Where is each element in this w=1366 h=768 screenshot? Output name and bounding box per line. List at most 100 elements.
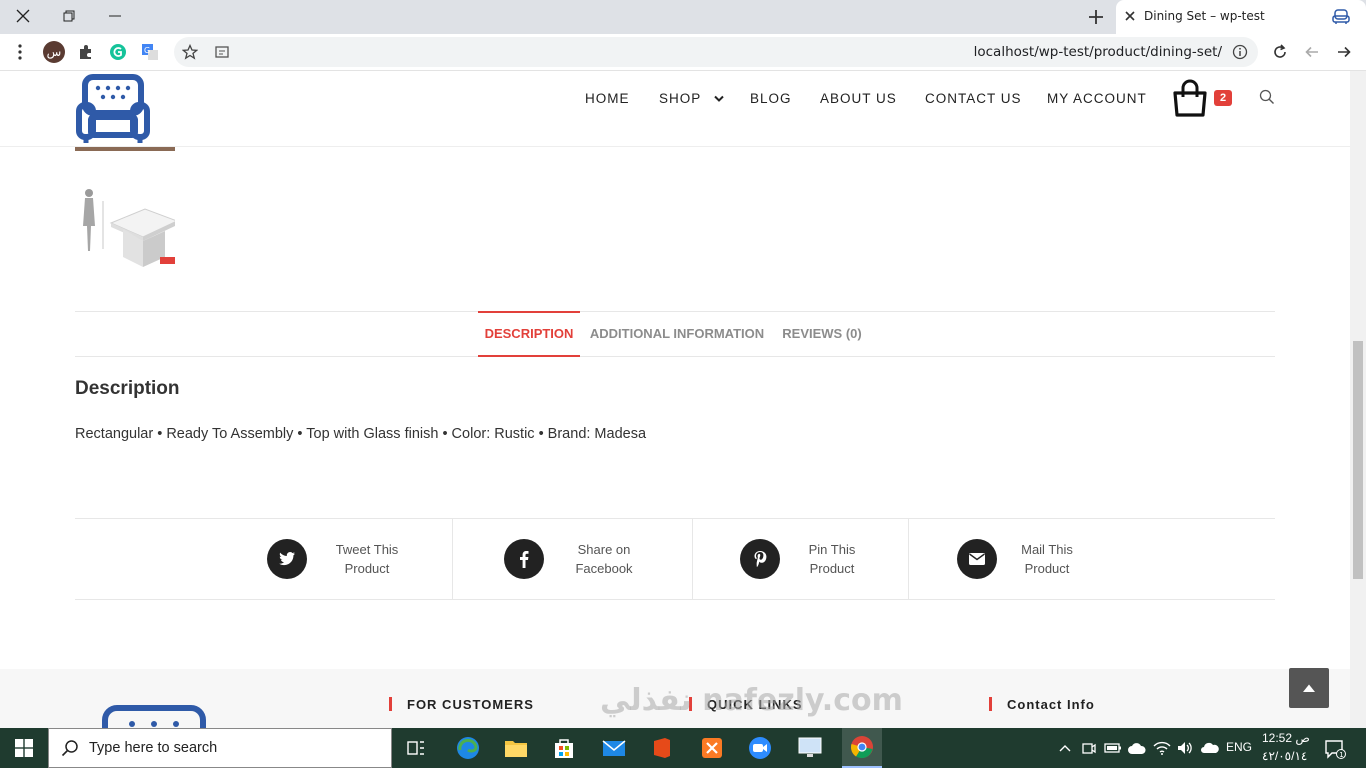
share-pinterest[interactable]: Pin This Product [740,519,890,599]
tray-overflow-chevron-icon[interactable] [1059,744,1071,752]
puzzle-icon [80,45,91,59]
search-icon[interactable] [1259,89,1275,105]
nav-shop[interactable]: SHOP [659,91,724,106]
back-to-top-button[interactable] [1289,668,1329,708]
clock-date[interactable]: ٤٢/٠٥/١٤ [1262,749,1307,763]
reading-mode-button[interactable] [212,42,232,62]
taskbar-office[interactable] [646,732,678,764]
star-icon [182,44,198,60]
browser-menu-button[interactable] [10,42,30,62]
nav-about-us[interactable]: ABOUT US [820,91,897,106]
volume-icon[interactable] [1176,740,1194,756]
forward-button[interactable] [1334,42,1354,62]
armchair-logo-icon[interactable] [76,73,150,147]
restore-icon [63,10,75,22]
page-scrollbar[interactable] [1350,71,1366,728]
share-twitter[interactable]: Tweet This Product [267,519,417,599]
input-language[interactable]: ENG [1226,740,1252,754]
armchair-favicon-icon [1332,9,1350,24]
taskbar-chrome[interactable] [842,728,882,768]
info-icon [1232,44,1248,60]
wifi-icon[interactable] [1153,740,1171,756]
reading-mode-icon [215,46,229,58]
onedrive-icon[interactable] [1201,741,1219,755]
close-icon [16,9,30,23]
share-divider [452,519,453,599]
tab-additional-information[interactable]: ADDITIONAL INFORMATION [588,311,766,357]
nav-my-account[interactable]: MY ACCOUNT [1047,91,1147,106]
task-view-button[interactable] [400,732,432,764]
plus-icon [1089,10,1103,24]
tab-description[interactable]: DESCRIPTION [478,311,580,357]
kebab-menu-icon [18,44,22,60]
footer-armchair-logo-icon [102,705,206,728]
tab-reviews[interactable]: REVIEWS (0) [776,311,868,357]
translate-icon: G [142,44,158,60]
scrollbar-thumb[interactable] [1353,341,1363,579]
translate-extension-button[interactable]: G [140,42,160,62]
start-button[interactable] [0,728,48,768]
battery-icon[interactable] [1104,741,1122,755]
share-email-line1: Mail This [1021,542,1073,557]
description-heading: Description [75,378,180,399]
site-header: HOME SHOP BLOG ABOUT US CONTACT US MY AC… [0,71,1350,147]
svg-text:1: 1 [1339,751,1343,759]
grammarly-icon [110,44,126,60]
taskbar-zoom[interactable] [744,732,776,764]
chevron-up-icon [1303,684,1315,692]
mail-app-icon [602,740,626,756]
meet-now-icon[interactable] [1081,740,1097,756]
taskbar-edge[interactable] [452,732,484,764]
taskbar-file-explorer[interactable] [500,732,532,764]
site-info-button[interactable] [1230,42,1250,62]
grammarly-extension-button[interactable] [108,42,128,62]
clock-time[interactable]: 12:52 ص [1262,731,1310,745]
share-pinterest-line2: Product [809,561,855,576]
nav-home[interactable]: HOME [585,91,630,106]
address-bar[interactable]: localhost/wp-test/product/dining-set/ [174,37,1258,67]
product-thumbnail-2[interactable] [75,171,175,271]
share-divider [692,519,693,599]
taskbar-search-placeholder: Type here to search [89,740,218,756]
taskbar-xampp[interactable] [696,732,728,764]
arrow-right-icon [1338,46,1351,58]
nav-blog[interactable]: BLOG [750,91,792,106]
browser-tab[interactable]: Dining Set – wp-test [1116,0,1366,34]
share-bar: Tweet This Product Share on Facebook Pin… [75,518,1275,600]
minimize-window-button[interactable] [92,0,138,32]
new-tab-button[interactable] [1086,7,1106,27]
share-facebook[interactable]: Share on Facebook [504,519,664,599]
zoom-icon [749,737,771,759]
windows-logo-icon [15,739,33,757]
pinterest-icon [740,539,780,579]
tab-close-icon[interactable] [1123,9,1137,23]
taskbar-store[interactable] [548,732,580,764]
reload-button[interactable] [1270,42,1290,62]
browser-toolbar: س G localhost/wp-test/product/dining-set… [0,34,1366,71]
nav-contact-us[interactable]: CONTACT US [925,91,1022,106]
share-email[interactable]: Mail This Product [957,519,1107,599]
search-icon [61,740,78,757]
xampp-icon [702,738,722,758]
back-button[interactable] [1302,42,1322,62]
taskbar-mail[interactable] [598,732,630,764]
windows-taskbar: Type here to search ENG 12:52 ص ٤٢/٠٥/١٤… [0,728,1366,768]
taskbar-search-box[interactable]: Type here to search [48,728,392,768]
notification-center-icon[interactable]: 1 [1324,738,1346,760]
bookmark-star-button[interactable] [180,42,200,62]
profile-avatar[interactable]: س [43,41,65,63]
svg-text:G: G [144,46,150,55]
url-text[interactable]: localhost/wp-test/product/dining-set/ [974,44,1222,60]
shopping-bag-icon[interactable] [1172,79,1208,117]
footer-contact-info-heading: Contact Info [989,697,1095,712]
reload-icon [1274,44,1286,58]
cloud-sync-icon[interactable] [1128,742,1146,756]
minimize-icon [109,15,121,17]
extensions-button[interactable] [76,42,96,62]
restore-window-button[interactable] [46,0,92,32]
close-window-button[interactable] [0,0,46,32]
office-icon [654,738,670,758]
twitter-icon [267,539,307,579]
taskbar-remote-desktop[interactable] [794,732,826,764]
arrow-left-icon [1305,46,1318,58]
